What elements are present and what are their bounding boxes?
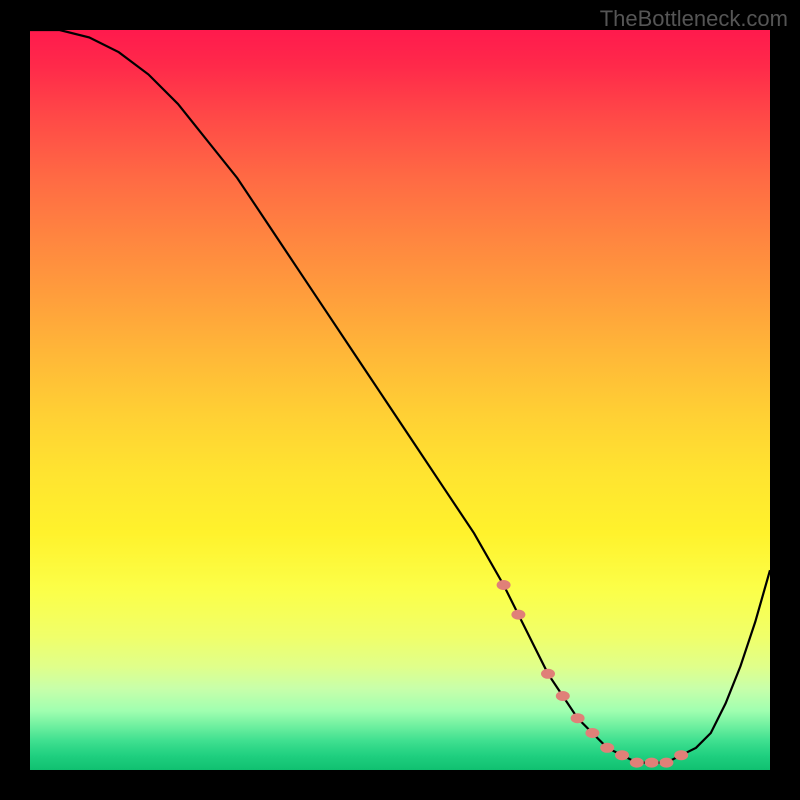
watermark-text: TheBottleneck.com: [600, 6, 788, 32]
chart-background-gradient: [30, 30, 770, 770]
chart-plot-area: [30, 30, 770, 770]
